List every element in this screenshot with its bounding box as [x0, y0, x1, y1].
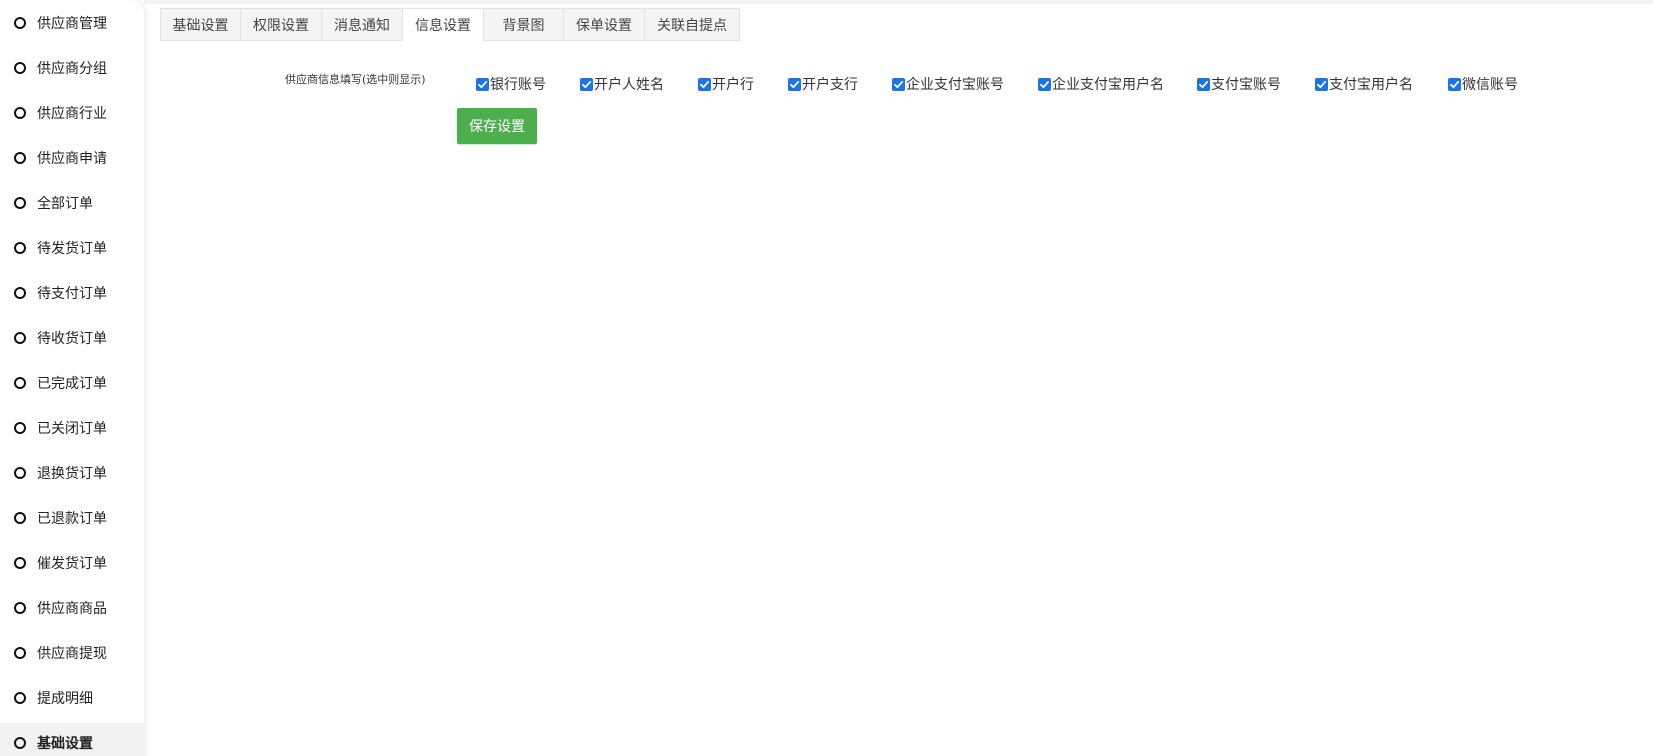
checkbox-label: 开户支行	[802, 77, 858, 93]
sidebar-item-supplier-withdrawal[interactable]: 供应商提现	[0, 633, 144, 673]
circle-icon	[14, 422, 26, 434]
circle-icon	[14, 602, 26, 614]
checkbox-label: 银行账号	[490, 77, 546, 93]
sidebar-item-pending-payment[interactable]: 待支付订单	[0, 273, 144, 313]
sidebar-item-supplier-industry[interactable]: 供应商行业	[0, 93, 144, 133]
checkbox-checked-icon[interactable]	[1448, 77, 1461, 91]
sidebar-item-basic-settings[interactable]: 基础设置	[0, 723, 144, 756]
checkbox-alipay-account[interactable]: 支付宝账号	[1197, 74, 1281, 94]
checkbox-checked-icon[interactable]	[580, 77, 593, 91]
sidebar-item-closed-orders[interactable]: 已关闭订单	[0, 408, 144, 448]
sidebar-item-label: 供应商行业	[37, 106, 107, 122]
checkbox-wechat-account[interactable]: 微信账号	[1448, 74, 1518, 94]
checkbox-checked-icon[interactable]	[788, 77, 801, 91]
tab-permission-settings[interactable]: 权限设置	[240, 8, 321, 41]
sidebar-item-label: 提成明细	[37, 691, 93, 707]
checkbox-enterprise-alipay-username[interactable]: 企业支付宝用户名	[1038, 74, 1164, 94]
sidebar-item-label: 供应商分组	[37, 61, 107, 77]
sidebar-item-label: 已完成订单	[37, 376, 107, 392]
settings-tabs: 基础设置 权限设置 消息通知 信息设置 背景图 保单设置 关联自提点	[160, 8, 740, 41]
checkbox-bank-branch[interactable]: 开户支行	[788, 74, 858, 94]
circle-icon	[14, 287, 26, 299]
tab-background-image[interactable]: 背景图	[483, 8, 563, 41]
circle-icon	[14, 107, 26, 119]
circle-icon	[14, 377, 26, 389]
checkbox-account-holder-name[interactable]: 开户人姓名	[580, 74, 664, 94]
sidebar-item-urge-shipment[interactable]: 催发货订单	[0, 543, 144, 583]
top-strip	[144, 0, 1653, 4]
sidebar-item-label: 已关闭订单	[37, 421, 107, 437]
circle-icon	[14, 332, 26, 344]
sidebar-item-label: 供应商商品	[37, 601, 107, 617]
circle-icon	[14, 152, 26, 164]
tab-message-notification[interactable]: 消息通知	[321, 8, 402, 41]
checkbox-checked-icon[interactable]	[476, 77, 489, 91]
sidebar-item-pending-receipt[interactable]: 待收货订单	[0, 318, 144, 358]
checkbox-label: 开户行	[712, 77, 754, 93]
checkbox-label: 支付宝用户名	[1329, 77, 1413, 93]
checkbox-checked-icon[interactable]	[698, 77, 711, 91]
checkbox-label: 开户人姓名	[594, 77, 664, 93]
sidebar-item-label: 基础设置	[37, 736, 93, 752]
checkbox-checked-icon[interactable]	[1038, 77, 1051, 91]
checkbox-label: 支付宝账号	[1211, 77, 1281, 93]
sidebar-item-supplier-products[interactable]: 供应商商品	[0, 588, 144, 628]
sidebar: 供应商管理 供应商分组 供应商行业 供应商申请 全部订单 待发货订单 待支付订单…	[0, 0, 144, 756]
sidebar-item-label: 全部订单	[37, 196, 93, 212]
sidebar-item-label: 催发货订单	[37, 556, 107, 572]
circle-icon	[14, 692, 26, 704]
sidebar-item-supplier-groups[interactable]: 供应商分组	[0, 48, 144, 88]
tab-policy-settings[interactable]: 保单设置	[563, 8, 644, 41]
checkbox-bank-name[interactable]: 开户行	[698, 74, 754, 94]
sidebar-item-label: 已退款订单	[37, 511, 107, 527]
sidebar-item-supplier-application[interactable]: 供应商申请	[0, 138, 144, 178]
circle-icon	[14, 557, 26, 569]
sidebar-item-label: 待发货订单	[37, 241, 107, 257]
circle-icon	[14, 17, 26, 29]
sidebar-item-label: 待收货订单	[37, 331, 107, 347]
circle-icon	[14, 197, 26, 209]
circle-icon	[14, 467, 26, 479]
sidebar-item-all-orders[interactable]: 全部订单	[0, 183, 144, 223]
checkbox-checked-icon[interactable]	[892, 77, 905, 91]
circle-icon	[14, 737, 26, 749]
tab-info-settings[interactable]: 信息设置	[402, 8, 483, 41]
checkbox-checked-icon[interactable]	[1197, 77, 1210, 91]
checkbox-label: 企业支付宝账号	[906, 77, 1004, 93]
sidebar-item-label: 供应商提现	[37, 646, 107, 662]
checkbox-label: 企业支付宝用户名	[1052, 77, 1164, 93]
checkbox-label: 微信账号	[1462, 77, 1518, 93]
checkbox-enterprise-alipay-account[interactable]: 企业支付宝账号	[892, 74, 1004, 94]
sidebar-item-label: 供应商申请	[37, 151, 107, 167]
sidebar-item-label: 待支付订单	[37, 286, 107, 302]
tab-linked-pickup-points[interactable]: 关联自提点	[644, 8, 740, 41]
sidebar-item-refunded-orders[interactable]: 已退款订单	[0, 498, 144, 538]
save-settings-button[interactable]: 保存设置	[457, 108, 537, 144]
field-label: 供应商信息填写(选中则显示)	[285, 73, 426, 86]
circle-icon	[14, 512, 26, 524]
sidebar-item-label: 供应商管理	[37, 16, 107, 32]
checkbox-checked-icon[interactable]	[1315, 77, 1328, 91]
circle-icon	[14, 647, 26, 659]
sidebar-item-label: 退换货订单	[37, 466, 107, 482]
checkbox-alipay-username[interactable]: 支付宝用户名	[1315, 74, 1413, 94]
sidebar-item-supplier-management[interactable]: 供应商管理	[0, 3, 144, 43]
sidebar-item-commission-details[interactable]: 提成明细	[0, 678, 144, 718]
tab-basic-settings[interactable]: 基础设置	[160, 8, 240, 41]
circle-icon	[14, 62, 26, 74]
circle-icon	[14, 242, 26, 254]
checkbox-bank-account[interactable]: 银行账号	[476, 74, 546, 94]
sidebar-item-return-exchange[interactable]: 退换货订单	[0, 453, 144, 493]
sidebar-item-pending-shipment[interactable]: 待发货订单	[0, 228, 144, 268]
sidebar-item-completed-orders[interactable]: 已完成订单	[0, 363, 144, 403]
